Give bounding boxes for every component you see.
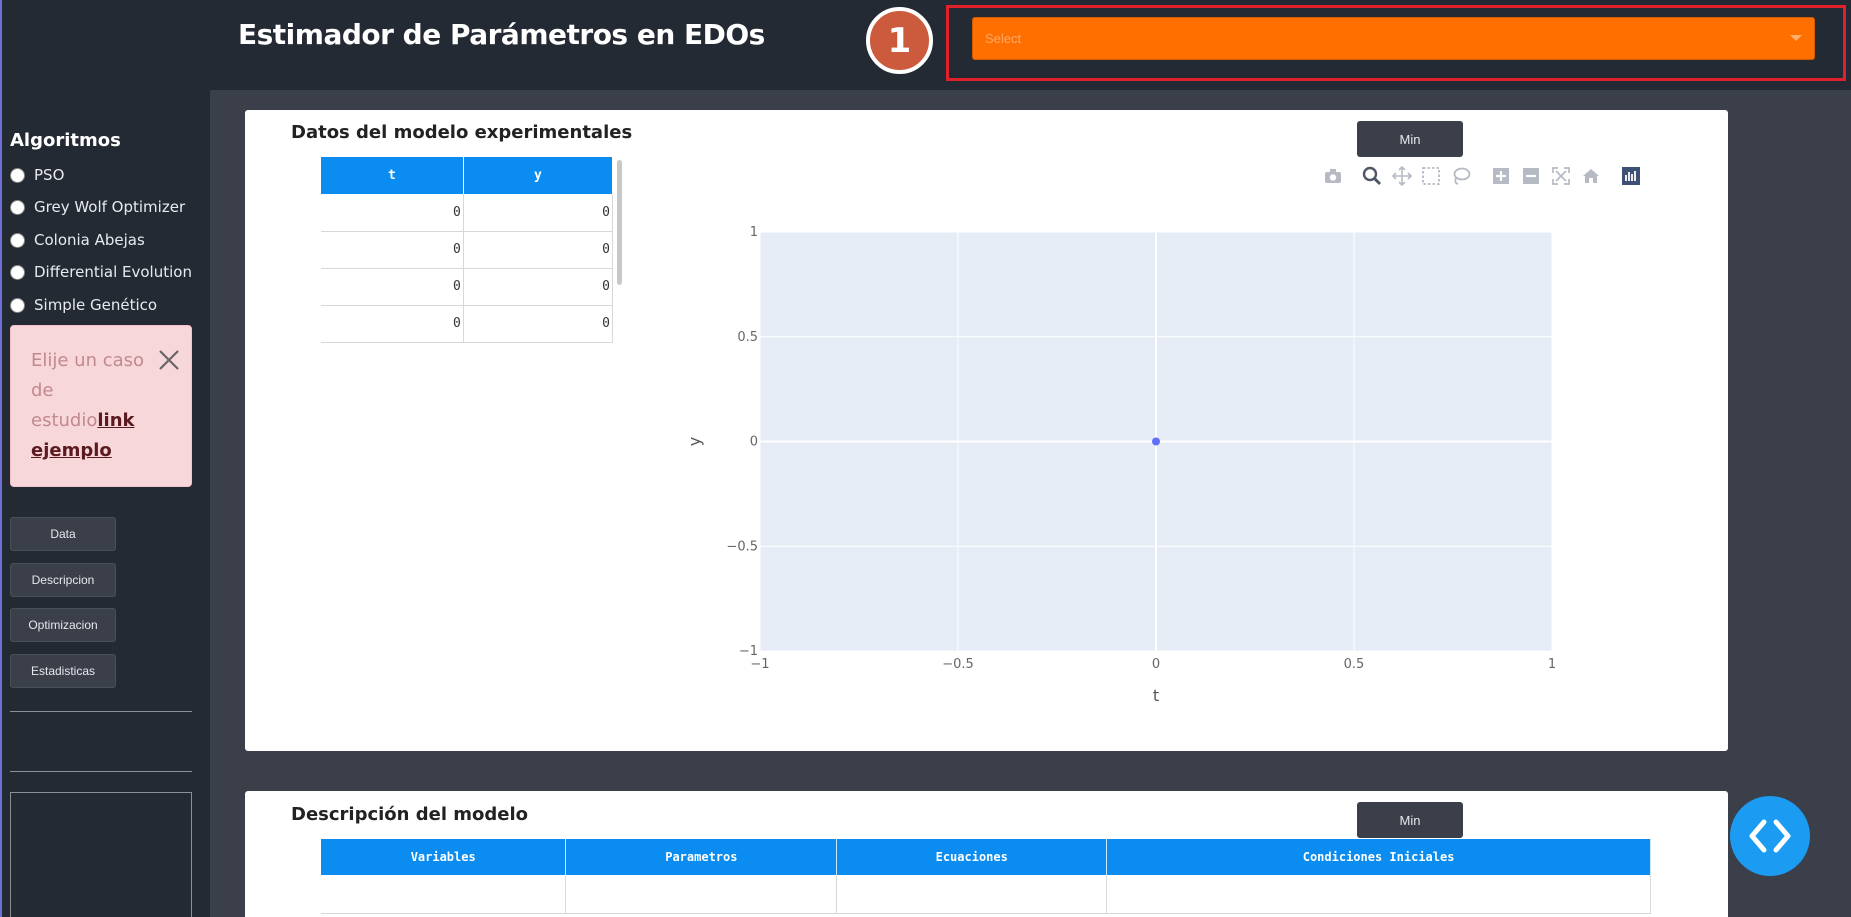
min-button[interactable]: Min bbox=[1357, 802, 1463, 838]
chevron-down-icon[interactable] bbox=[1790, 35, 1802, 41]
alert-text: Elije un caso de estudiolink ejemplo bbox=[31, 346, 151, 466]
y-tick-label: 1 bbox=[750, 225, 758, 240]
column-header-condiciones-iniciales[interactable]: Condiciones Iniciales bbox=[1106, 839, 1651, 875]
radio-button[interactable] bbox=[10, 167, 25, 183]
scatter-plot[interactable]: −1 −0.5 0 0.5 1 −1 −0.5 0 0.5 1 t y bbox=[245, 110, 1728, 751]
x-tick-label: 0 bbox=[1152, 657, 1160, 672]
radio-button[interactable] bbox=[10, 297, 25, 313]
x-tick-label: 1 bbox=[1548, 657, 1556, 672]
top-header: Estimador de Parámetros en EDOs 1 Select bbox=[0, 0, 1851, 90]
radio-label: Colonia Abejas bbox=[34, 231, 145, 249]
description-card-title: Descripción del modelo bbox=[291, 804, 529, 825]
data-point[interactable] bbox=[1152, 437, 1160, 446]
side-panel bbox=[10, 792, 192, 917]
x-tick-label: 0.5 bbox=[1344, 657, 1365, 672]
radio-button[interactable] bbox=[10, 264, 25, 280]
radio-simple-genetico[interactable]: Simple Genético bbox=[10, 294, 157, 316]
radio-grey-wolf[interactable]: Grey Wolf Optimizer bbox=[10, 196, 185, 218]
radio-button[interactable] bbox=[10, 232, 25, 248]
step-badge: 1 bbox=[866, 7, 933, 74]
x-tick-label: −0.5 bbox=[942, 657, 974, 672]
table-cell[interactable] bbox=[1106, 875, 1651, 914]
data-button[interactable]: Data bbox=[10, 517, 116, 551]
radio-label: PSO bbox=[34, 166, 65, 184]
column-header-ecuaciones[interactable]: Ecuaciones bbox=[836, 839, 1108, 875]
info-alert: Elije un caso de estudiolink ejemplo bbox=[10, 325, 192, 487]
y-tick-label: −0.5 bbox=[726, 539, 758, 554]
y-tick-label: −1 bbox=[739, 644, 758, 659]
column-header-variables[interactable]: Variables bbox=[321, 839, 567, 875]
app-title: Estimador de Parámetros en EDOs bbox=[238, 18, 765, 51]
x-tick-label: −1 bbox=[750, 657, 769, 672]
radio-label: Simple Genético bbox=[34, 296, 158, 314]
radio-label: Grey Wolf Optimizer bbox=[34, 198, 186, 216]
description-card: Descripción del modelo Min Variables Par… bbox=[245, 791, 1728, 917]
sidebar-title: Algoritmos bbox=[10, 130, 121, 151]
close-icon[interactable] bbox=[157, 348, 181, 372]
table-row bbox=[321, 875, 1651, 914]
case-select-dropdown[interactable]: Select bbox=[972, 17, 1815, 60]
table-cell[interactable] bbox=[565, 875, 838, 914]
data-card: Datos del modelo experimentales Min t y … bbox=[245, 110, 1728, 751]
x-axis-label: t bbox=[1153, 686, 1159, 705]
select-placeholder: Select bbox=[985, 31, 1022, 46]
description-table: Variables Parametros Ecuaciones Condicio… bbox=[321, 839, 1651, 914]
radio-label: Differential Evolution bbox=[34, 263, 192, 281]
table-cell[interactable] bbox=[836, 875, 1108, 914]
code-toggle-button[interactable] bbox=[1730, 796, 1810, 876]
radio-button[interactable] bbox=[10, 199, 25, 215]
divider bbox=[10, 711, 192, 712]
radio-pso[interactable]: PSO bbox=[10, 164, 64, 186]
radio-colonia-abejas[interactable]: Colonia Abejas bbox=[10, 229, 145, 251]
y-axis-label: y bbox=[685, 437, 704, 446]
sidebar: Algoritmos PSO Grey Wolf Optimizer Colon… bbox=[0, 90, 210, 917]
descripcion-button[interactable]: Descripcion bbox=[10, 563, 116, 597]
code-icon bbox=[1749, 819, 1791, 853]
divider bbox=[10, 771, 192, 772]
y-tick-label: 0.5 bbox=[737, 330, 758, 345]
column-header-parametros[interactable]: Parametros bbox=[565, 839, 838, 875]
table-cell[interactable] bbox=[321, 875, 567, 914]
estadisticas-button[interactable]: Estadisticas bbox=[10, 654, 116, 688]
radio-differential-evolution[interactable]: Differential Evolution bbox=[10, 261, 192, 283]
y-tick-label: 0 bbox=[750, 435, 758, 450]
optimizacion-button[interactable]: Optimizacion bbox=[10, 608, 116, 642]
